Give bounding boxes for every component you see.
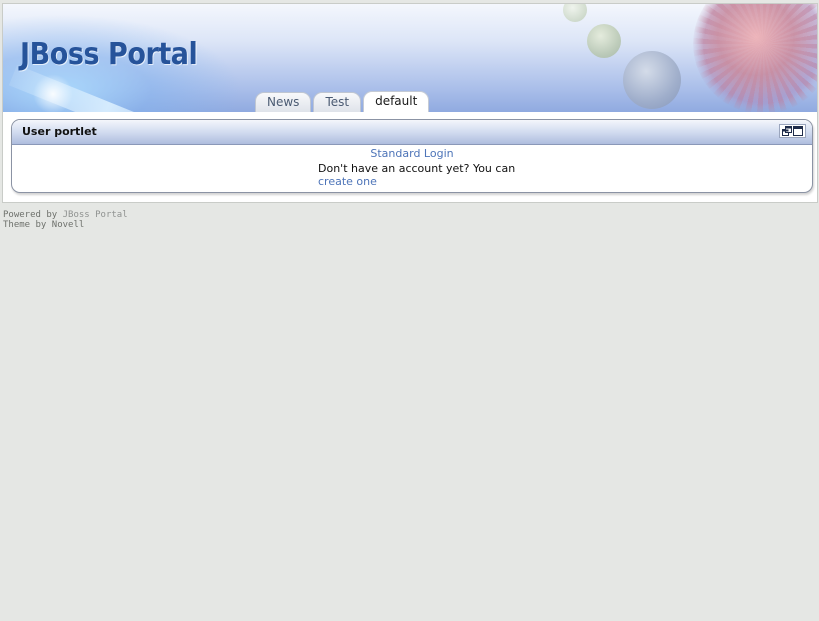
portlet-title-bar: User portlet: [12, 120, 812, 145]
tab-test[interactable]: Test: [313, 92, 362, 112]
portal-frame: JBoss Portal News Test default User port…: [2, 3, 818, 203]
header-light-flare: [33, 74, 73, 112]
portal-header: JBoss Portal News Test default: [3, 4, 817, 112]
theme-by-line: Theme by Novell: [3, 220, 128, 230]
portal-page: JBoss Portal News Test default User port…: [0, 0, 819, 621]
novell-credit: Novell: [51, 220, 85, 230]
restore-icon[interactable]: [782, 126, 792, 136]
page-tabs: News Test default: [255, 91, 430, 112]
jboss-portal-link[interactable]: JBoss Portal: [63, 210, 128, 220]
decorative-sphere-small: [563, 4, 587, 22]
theme-by-label: Theme by: [3, 220, 47, 230]
tab-news[interactable]: News: [255, 92, 312, 112]
powered-by-line: Powered by JBoss Portal: [3, 210, 128, 220]
standard-login-link[interactable]: Standard Login: [12, 147, 812, 160]
create-account-link[interactable]: create one: [318, 175, 377, 188]
tab-default[interactable]: default: [363, 91, 430, 112]
page-footer: Powered by JBoss Portal Theme by Novell: [3, 210, 128, 230]
portlet-body: Standard Login Don't have an account yet…: [12, 145, 812, 192]
no-account-text: Don't have an account yet? You can: [318, 162, 516, 175]
portlet-window-controls: [779, 124, 806, 138]
maximize-icon[interactable]: [793, 126, 803, 136]
portlet-title: User portlet: [22, 125, 97, 138]
jboss-portal-logo[interactable]: JBoss Portal: [20, 37, 198, 72]
powered-by-label: Powered by: [3, 210, 58, 220]
user-portlet: User portlet Standard Login Don't have a…: [11, 119, 813, 193]
decorative-sphere-large: [623, 51, 681, 109]
decorative-spiky-sphere: [693, 4, 817, 112]
decorative-sphere-medium: [587, 24, 621, 58]
